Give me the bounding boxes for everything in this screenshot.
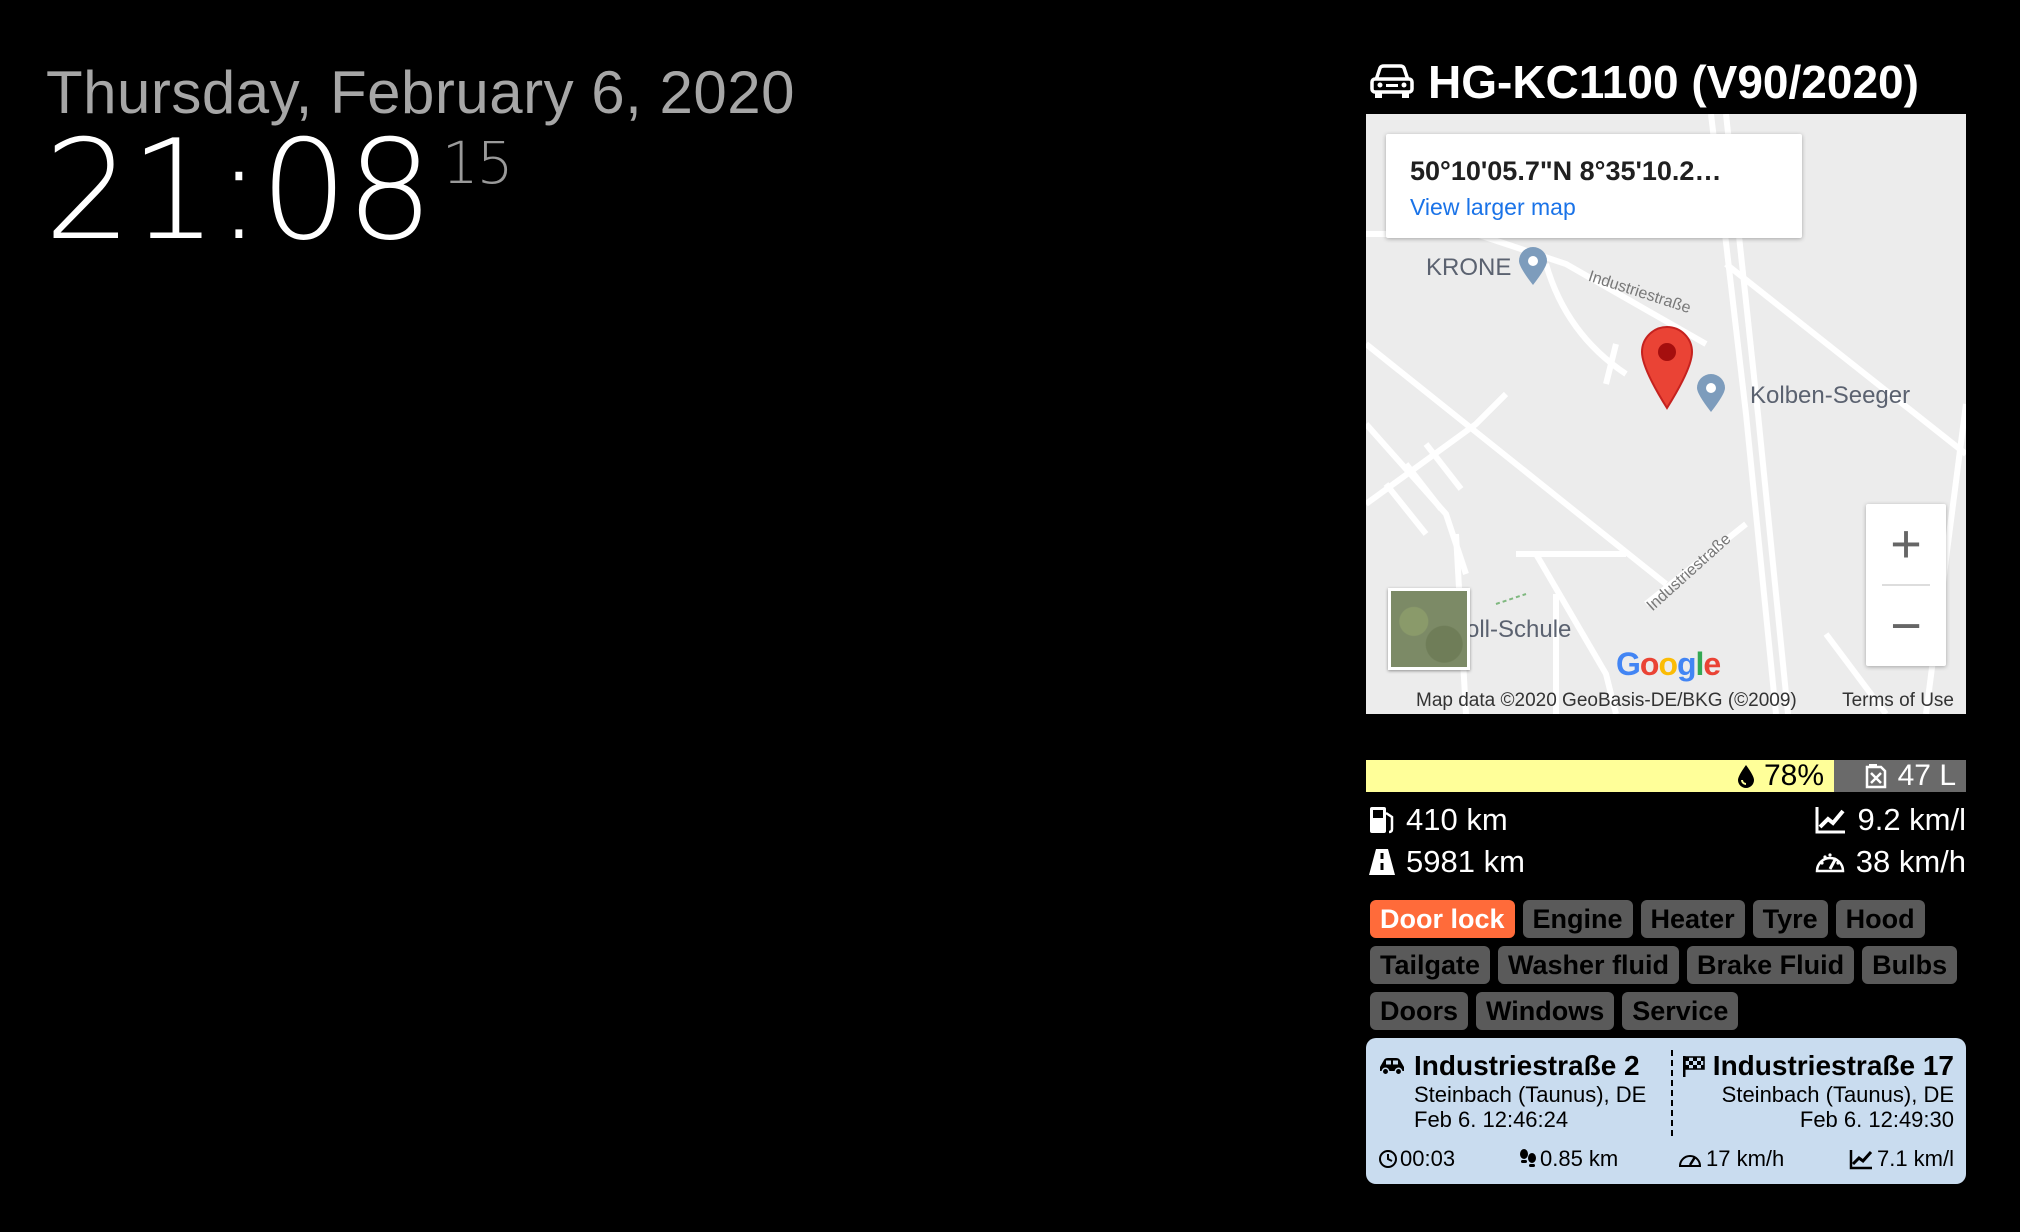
status-badge-bulbs[interactable]: Bulbs [1862,946,1958,984]
trip-end-street-label: Industriestraße 17 [1712,1050,1954,1081]
status-badge-washer-fluid[interactable]: Washer fluid [1498,946,1680,984]
chart-line-icon [1849,1150,1873,1170]
clock-hours-minutes: 21:08 [44,110,434,271]
chart-line-icon [1815,807,1846,834]
status-badge-tyre[interactable]: Tyre [1752,900,1828,938]
trip-divider [1671,1050,1673,1136]
car-panel: HG-KC1100 (V90/2020) 50°10'05.7"N 8°35'1… [1366,54,1966,1184]
range-value: 410 km [1406,802,1508,837]
status-badge-tailgate[interactable]: Tailgate [1370,946,1491,984]
google-logo: Google [1616,646,1721,682]
map-info-card: 50°10'05.7"N 8°35'10.2… View larger map [1386,134,1802,238]
badge-row: Doors Windows Service [1370,992,1970,1030]
trip-start-city: Steinbach (Taunus), DE [1414,1082,1647,1107]
trip-start-street: Industriestraße 2 [1378,1050,1646,1082]
trip-distance: 0.85 km [1518,1146,1618,1172]
avg-speed-stat: 38 km/h [1814,844,1966,880]
gas-pump-icon [1370,807,1394,834]
badge-row: Door lock Engine Heater Tyre Hood [1370,900,1970,938]
trip-end-time: Feb 6. 12:49:30 [1799,1107,1954,1132]
map-place-school: oll-Schule [1466,616,1572,643]
road-icon [1369,849,1395,875]
map-place-krone: KRONE [1426,254,1512,281]
trip-metrics: 00:03 0.85 km 17 km/h 7.1 km/l [1378,1146,1954,1172]
map-place-kolben-seeger: Kolben-Seeger [1750,382,1911,409]
trip-consumption-value: 7.1 km/l [1876,1146,1954,1171]
car-icon [1370,64,1414,98]
zoom-in-button[interactable]: + [1866,504,1946,584]
view-larger-map-link[interactable]: View larger map [1410,194,1576,221]
clock-time: 21:08 15 [44,122,514,260]
trip-end-city: Steinbach (Taunus), DE [1721,1082,1954,1107]
trip-duration: 00:03 [1378,1146,1455,1172]
zoom-out-button[interactable]: − [1866,586,1946,666]
terms-of-use-link[interactable]: Terms of Use [1842,690,1954,712]
fuel-percent-label: 78% [1763,759,1824,792]
odometer-stat: 5981 km [1368,844,1525,880]
location-map[interactable]: 50°10'05.7"N 8°35'10.2… View larger map … [1366,114,1966,714]
status-badge-door-lock[interactable]: Door lock [1370,900,1515,938]
map-place-pin-icon[interactable] [1516,247,1550,287]
speedometer-icon [1815,853,1844,873]
clock-seconds: 15 [441,129,514,197]
status-badge-heater[interactable]: Heater [1640,900,1745,938]
trip-speed: 17 km/h [1678,1146,1784,1172]
satellite-toggle-button[interactable] [1388,588,1470,670]
trip-duration-value: 00:03 [1400,1146,1456,1171]
consumption-value: 9.2 km/l [1857,802,1966,837]
trip-speed-value: 17 km/h [1706,1146,1785,1171]
odometer-value: 5981 km [1406,844,1525,879]
map-coordinates: 50°10'05.7"N 8°35'10.2… [1410,156,1722,186]
status-badge-brake-fluid[interactable]: Brake Fluid [1687,946,1855,984]
status-badge-doors[interactable]: Doors [1370,992,1469,1030]
trip-distance-value: 0.85 km [1540,1146,1619,1171]
fuel-drop-icon [1737,765,1754,788]
trip-end-street: Industriestraße 17 [1681,1050,1954,1082]
status-badges: Door lock Engine Heater Tyre Hood Tailga… [1370,900,1970,1038]
trip-start: Industriestraße 2 Steinbach (Taunus), DE… [1378,1050,1646,1132]
fuel-can-icon [1865,764,1886,789]
badge-row: Tailgate Washer fluid Brake Fluid Bulbs [1370,946,1970,984]
trip-start-time: Feb 6. 12:46:24 [1414,1107,1569,1132]
trip-end: Industriestraße 17 Steinbach (Taunus), D… [1681,1050,1954,1132]
fuel-level-bar: 78% 47 L [1366,759,1966,792]
last-trip-card: Industriestraße 2 Steinbach (Taunus), DE… [1366,1038,1966,1184]
footprints-icon [1520,1149,1536,1167]
status-badge-engine[interactable]: Engine [1522,900,1633,938]
consumption-stat: 9.2 km/l [1815,802,1966,838]
map-attribution: Map data ©2020 GeoBasis-DE/BKG (©2009) [1416,690,1797,711]
map-zoom-control: + − [1866,504,1946,666]
car-header: HG-KC1100 (V90/2020) [1366,54,1966,110]
fuel-percent: 78% [1736,759,1834,792]
location-marker-icon[interactable] [1640,326,1694,410]
car-side-icon [1380,1058,1404,1076]
range-stat: 410 km [1368,802,1508,838]
map-place-pin-icon[interactable] [1694,374,1728,414]
trip-consumption: 7.1 km/l [1849,1146,1954,1172]
status-badge-service[interactable]: Service [1622,992,1739,1030]
checkered-flag-icon [1682,1056,1705,1077]
speedometer-icon [1678,1155,1702,1167]
clock-icon [1379,1150,1397,1168]
status-badge-windows[interactable]: Windows [1476,992,1615,1030]
fuel-liters: 47 L [1864,759,1956,792]
fuel-liters-label: 47 L [1897,759,1956,792]
avg-speed-value: 38 km/h [1855,844,1966,879]
status-badge-hood[interactable]: Hood [1835,900,1925,938]
car-title: HG-KC1100 (V90/2020) [1428,56,1919,108]
trip-start-street-label: Industriestraße 2 [1414,1050,1640,1081]
